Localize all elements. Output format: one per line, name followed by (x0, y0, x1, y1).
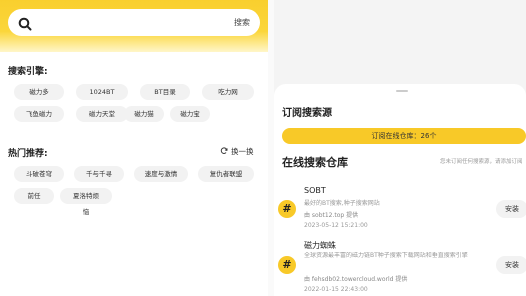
engine-chip[interactable]: 飞鱼磁力 (14, 106, 64, 122)
search-bar[interactable]: 搜索 (8, 9, 260, 36)
search-button[interactable]: 搜索 (234, 17, 250, 28)
subscribed-count-bar[interactable]: 订阅在线仓库：26个 (282, 128, 526, 144)
engine-chip[interactable]: 磁力多 (14, 84, 64, 100)
engine-chip[interactable]: 磁力宝 (170, 106, 210, 122)
repo-title: 在线搜索仓库 (282, 156, 348, 169)
install-button[interactable]: 安装 (496, 256, 526, 274)
repo-item-name: SOBT (304, 186, 326, 195)
engine-chip[interactable]: 吃力网 (202, 84, 254, 100)
search-icon (18, 16, 32, 30)
repo-item-desc: 最好的BT搜索,种子搜索网站 (304, 200, 380, 207)
repo-item: # 磁力蜘蛛 全球资源最丰富的磁力链BT种子搜索下载网站和垂直搜索引擎 由 fe… (274, 236, 526, 296)
search-page: 搜索 搜索引擎: 磁力多 1024BT BT目录 吃力网 飞鱼磁力 磁力天堂 磁… (0, 0, 268, 296)
repo-item-source: 由 fehsdb02.towercloud.world 提供 (304, 276, 408, 283)
hash-icon: # (278, 256, 296, 274)
install-button[interactable]: 安装 (496, 200, 526, 218)
refresh-icon (220, 146, 228, 157)
refresh-button[interactable]: 换一换 (220, 146, 254, 157)
hot-chip[interactable]: 前任 (14, 188, 54, 204)
subscription-page: 订阅搜索源 订阅在线仓库：26个 在线搜索仓库 您未订阅任何搜索源，请添加订阅 … (274, 0, 526, 296)
drag-handle[interactable] (396, 90, 408, 92)
hot-chip[interactable]: 复仇者联盟 (198, 166, 254, 182)
bottom-sheet: 订阅搜索源 订阅在线仓库：26个 在线搜索仓库 您未订阅任何搜索源，请添加订阅 … (274, 84, 526, 296)
app-root: 搜索 搜索引擎: 磁力多 1024BT BT目录 吃力网 飞鱼磁力 磁力天堂 磁… (0, 0, 526, 296)
repo-item-desc: 全球资源最丰富的磁力链BT种子搜索下载网站和垂直搜索引擎 (304, 252, 468, 259)
engine-chip[interactable]: 1024BT (76, 84, 128, 100)
hot-chip[interactable]: 速度与激情 (134, 166, 188, 182)
refresh-label: 换一换 (231, 147, 254, 156)
hot-chip[interactable]: 斗破苍穹 (14, 166, 64, 182)
repo-item-source: 由 sobt12.top 提供 (304, 212, 359, 219)
repo-item-date: 2022-01-15 22:43:00 (304, 286, 368, 293)
hash-icon: # (278, 200, 296, 218)
hot-chip[interactable]: 千与千寻 (74, 166, 124, 182)
repo-item-name: 磁力蜘蛛 (304, 241, 336, 250)
repo-note: 您未订阅任何搜索源，请添加订阅 (440, 159, 523, 165)
hot-chip[interactable]: 夏洛特烦恼 (60, 188, 112, 216)
engine-chip[interactable]: 磁力猫 (124, 106, 164, 122)
search-input[interactable] (38, 17, 234, 28)
engines-title: 搜索引擎: (8, 67, 48, 77)
sheet-title: 订阅搜索源 (282, 108, 332, 119)
repo-item: # SOBT 最好的BT搜索,种子搜索网站 由 sobt12.top 提供 20… (274, 182, 526, 232)
repo-item-date: 2023-05-12 15:21:00 (304, 222, 368, 229)
engine-chip[interactable]: 磁力天堂 (76, 106, 128, 122)
engine-chip[interactable]: BT目录 (140, 84, 190, 100)
hot-title: 热门推荐: (8, 149, 48, 159)
